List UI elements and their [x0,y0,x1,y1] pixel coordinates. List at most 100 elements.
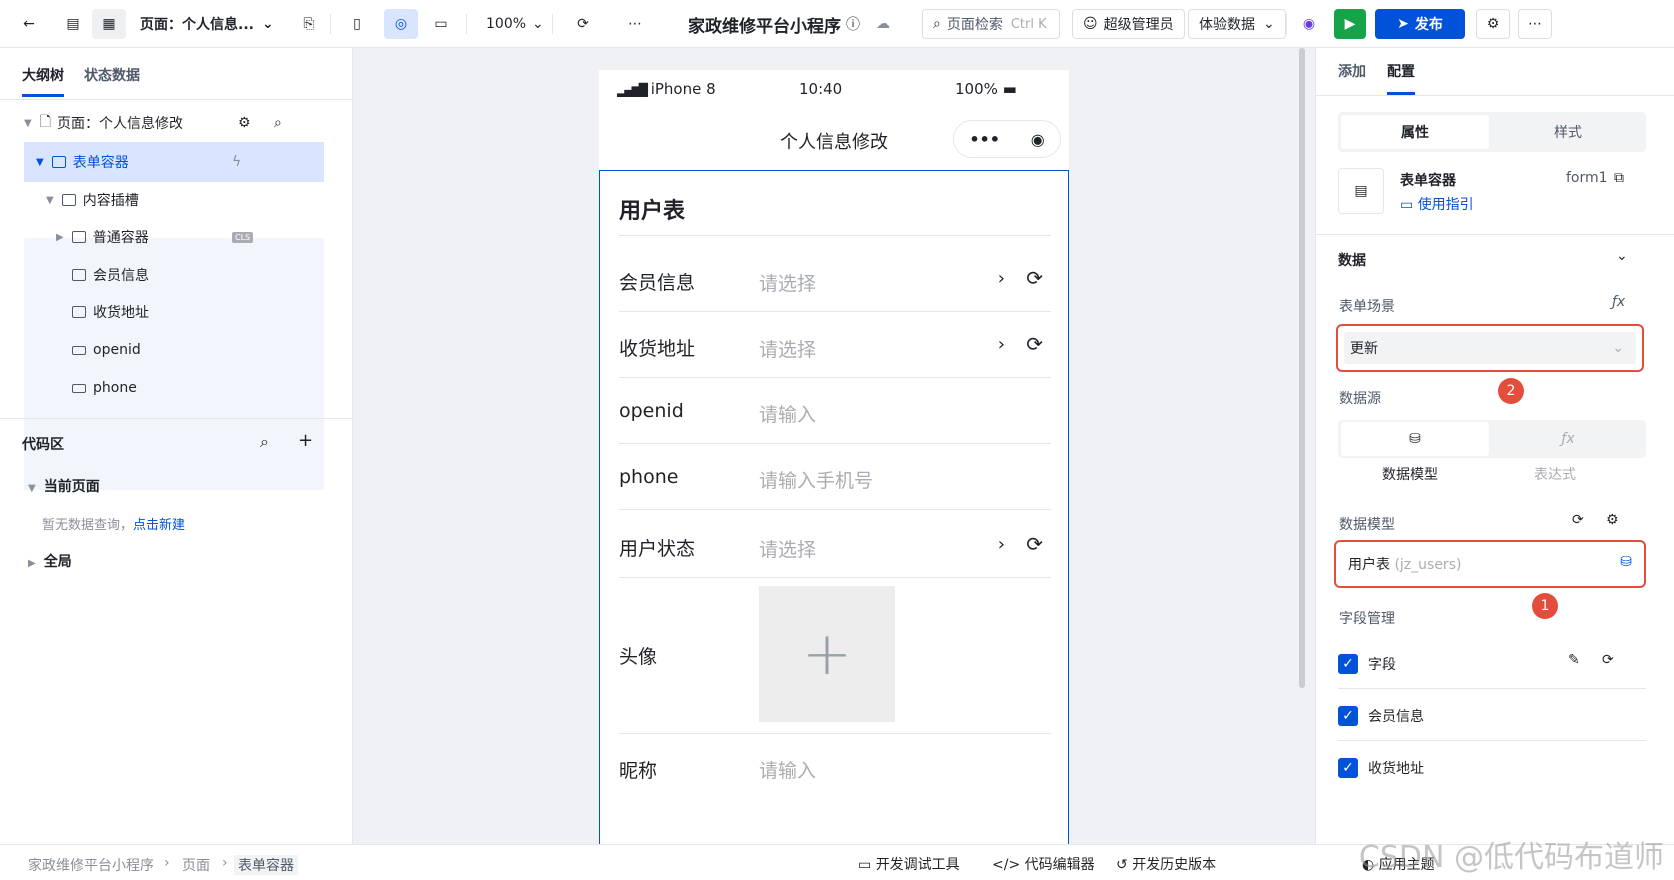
refresh-icon[interactable]: ⟳ [1602,652,1614,668]
lightning-icon[interactable]: ϟ [232,154,241,170]
field-placeholder[interactable]: 请输入手机号 [759,466,873,493]
info-icon[interactable]: ⓘ [836,9,870,39]
status-carrier: ▂▄▆█ iPhone 8 [617,80,716,98]
tree-item-phone[interactable]: phone [24,368,324,408]
new-page-icon[interactable]: ⎘ [292,9,326,39]
more-menu-icon[interactable]: ⋯ [1518,9,1552,39]
form-row[interactable]: 会员信息 请选择 › ⟳ [619,235,1051,311]
tree-item-openid[interactable]: openid [24,330,324,370]
field-header-label: 字段 [1368,657,1396,673]
canvas-scrollbar[interactable] [1299,48,1305,688]
tab-config[interactable]: 配置 [1387,61,1415,81]
scene-select-highlight: 更新 ⌄ [1336,324,1644,372]
breadcrumb-page[interactable]: 页面 [182,855,210,875]
tab-add[interactable]: 添加 [1338,61,1366,81]
copy-icon[interactable]: ⧉ [1614,170,1624,186]
current-page-group[interactable]: ▼ 当前页面 [28,476,100,496]
tree-item-address[interactable]: 收货地址 [24,292,324,332]
checkbox-field[interactable]: ✓ [1338,758,1358,778]
more-dots-icon[interactable]: ••• [969,130,1000,149]
seg-style[interactable]: 样式 [1494,115,1642,149]
field-label: phone [619,466,679,488]
admin-button[interactable]: ☺ 超级管理员 [1072,9,1185,39]
refresh-icon[interactable]: ⟳ [566,9,600,39]
checkbox-all-fields[interactable]: ✓ [1338,654,1358,674]
mini-program-view-icon[interactable]: ◎ [384,9,418,39]
page-list-icon[interactable]: ▤ [56,9,90,39]
form-row[interactable]: phone 请输入手机号 [619,443,1051,509]
database-icon[interactable]: ⛁ [1341,422,1489,456]
source-expr-label[interactable]: 表达式 [1534,464,1576,484]
mobile-view-icon[interactable]: ▯ [340,9,374,39]
signal-icon: ▂▄▆█ [617,83,648,97]
database-icon[interactable]: ⛁ [1620,554,1632,570]
field-placeholder[interactable]: 请输入 [759,400,816,427]
add-code-icon[interactable]: + [298,430,313,451]
page-settings-icon[interactable]: ⚙ [238,115,251,131]
page-search-button[interactable]: ⌕ 页面检索 Ctrl K [922,9,1060,39]
fx-icon[interactable]: ƒx [1494,422,1642,456]
field-placeholder[interactable]: 请输入 [759,756,816,783]
code-search-icon[interactable]: ⌕ [260,432,269,452]
form-row[interactable]: 收货地址 请选择 › ⟳ [619,311,1051,377]
miniprogram-capsule[interactable]: ••• ◉ [953,120,1061,158]
breadcrumb-app[interactable]: 家政维修平台小程序 [28,855,154,875]
checkbox-field[interactable]: ✓ [1338,706,1358,726]
more-icon[interactable]: ⋯ [618,9,652,39]
zoom-select[interactable]: 100% ⌄ [486,9,544,39]
guide-link[interactable]: ▭ 使用指引 [1400,194,1474,214]
refresh-icon[interactable]: ⟳ [1026,266,1043,290]
form-row[interactable]: 用户状态 请选择 › ⟳ [619,509,1051,577]
close-target-icon[interactable]: ◉ [1031,130,1045,149]
form-row-avatar[interactable]: 头像 + [619,577,1051,733]
tab-state[interactable]: 状态数据 [84,65,140,85]
ai-assistant-icon[interactable]: ◉ [1292,9,1326,39]
fx-icon[interactable]: ƒx [1612,294,1625,310]
publish-button[interactable]: ➤ 发布 [1375,9,1465,39]
scene-select[interactable]: 更新 ⌄ [1344,332,1636,364]
form-row[interactable]: 昵称 请输入 [619,733,1051,801]
app-title: 家政维修平台小程序 [688,16,841,37]
tree-item-form-container[interactable]: ▼ 表单容器 ϟ [24,142,324,182]
component-name: 表单容器 [1400,173,1456,189]
tree-item-member[interactable]: 会员信息 [24,255,324,295]
code-editor-button[interactable]: </> 代码编辑器 [992,854,1095,874]
tree-item-page[interactable]: ▼ 🗋 页面：个人信息修改 ⚙ ⌕ [24,103,324,143]
chevron-down-icon[interactable]: ⌄ [1616,248,1628,264]
refresh-icon[interactable]: ⟳ [1026,532,1043,556]
refresh-icon[interactable]: ⟳ [1026,332,1043,356]
field-placeholder[interactable]: 请选择 [759,269,816,296]
refresh-icon[interactable]: ⟳ [1572,512,1584,528]
field-label: 会员信息 [619,272,696,294]
phone-input-icon [72,383,86,393]
dev-tools-button[interactable]: ▭ 开发调试工具 [858,854,960,874]
create-query-link[interactable]: 点击新建 [133,518,185,533]
back-arrow-icon[interactable]: ← [12,9,46,39]
layout-icon[interactable]: ▦ [92,9,126,39]
image-uploader[interactable]: + [759,586,895,722]
desktop-view-icon[interactable]: ▭ [424,9,458,39]
tree-item-container[interactable]: ▶ 普通容器 CLS [24,217,324,257]
history-button[interactable]: ↺ 开发历史版本 [1116,854,1216,874]
global-group[interactable]: ▶ 全局 [28,551,72,571]
form-container[interactable]: 用户表 会员信息 请选择 › ⟳ 收货地址 请选择 › ⟳ openid 请输入… [599,170,1069,844]
tree-search-icon[interactable]: ⌕ [274,115,282,131]
settings-icon[interactable]: ⚙ [1606,512,1619,528]
seg-props[interactable]: 属性 [1341,115,1489,149]
source-model-label[interactable]: 数据模型 [1382,464,1438,484]
field-mgmt-label: 字段管理 [1339,611,1395,627]
settings-icon[interactable]: ⚙ [1476,9,1510,39]
component-id: form1 [1566,170,1608,186]
run-button[interactable]: ▶ [1334,9,1366,39]
field-placeholder[interactable]: 请选择 [759,335,816,362]
form-row[interactable]: openid 请输入 [619,377,1051,443]
breadcrumb-current[interactable]: 表单容器 [234,855,298,875]
battery-icon: ▬ [1002,80,1017,98]
tab-outline[interactable]: 大纲树 [22,65,64,85]
field-placeholder[interactable]: 请选择 [759,535,816,562]
env-select[interactable]: 体验数据 ⌄ [1188,9,1286,39]
tree-item-content-slot[interactable]: ▼ 内容插槽 [24,180,324,220]
edit-icon[interactable]: ✎ [1568,652,1580,668]
page-selector[interactable]: 页面：个人信息... ⌄ [140,9,274,39]
model-select[interactable]: 用户表 (jz_users) [1348,554,1461,574]
